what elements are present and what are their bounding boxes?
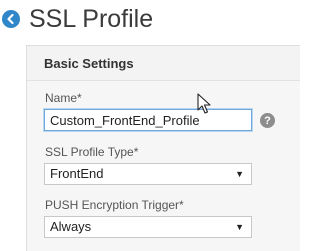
push-encryption-trigger-label: PUSH Encryption Trigger*: [45, 198, 184, 212]
push-encryption-trigger-select[interactable]: Always ▼: [44, 216, 252, 238]
help-icon[interactable]: ?: [260, 113, 275, 128]
name-input[interactable]: [44, 109, 252, 131]
chevron-down-icon: ▼: [235, 222, 244, 232]
ssl-profile-type-label: SSL Profile Type*: [45, 145, 139, 159]
mouse-pointer-icon: [197, 93, 211, 114]
page-title: SSL Profile: [29, 5, 154, 33]
ssl-profile-type-value: FrontEnd: [50, 166, 104, 181]
ssl-profile-type-select[interactable]: FrontEnd ▼: [44, 163, 252, 185]
basic-settings-panel: Basic Settings Name* ? SSL Profile Type*…: [26, 45, 300, 251]
back-icon[interactable]: [2, 10, 20, 28]
ssl-profile-page: SSL Profile Basic Settings Name* ? SSL P…: [0, 0, 300, 251]
chevron-down-icon: ▼: [235, 169, 244, 179]
push-encryption-trigger-value: Always: [50, 219, 92, 234]
panel-header: Basic Settings: [27, 46, 300, 81]
name-label: Name*: [45, 91, 82, 105]
back-arrow-glyph: [7, 13, 14, 25]
